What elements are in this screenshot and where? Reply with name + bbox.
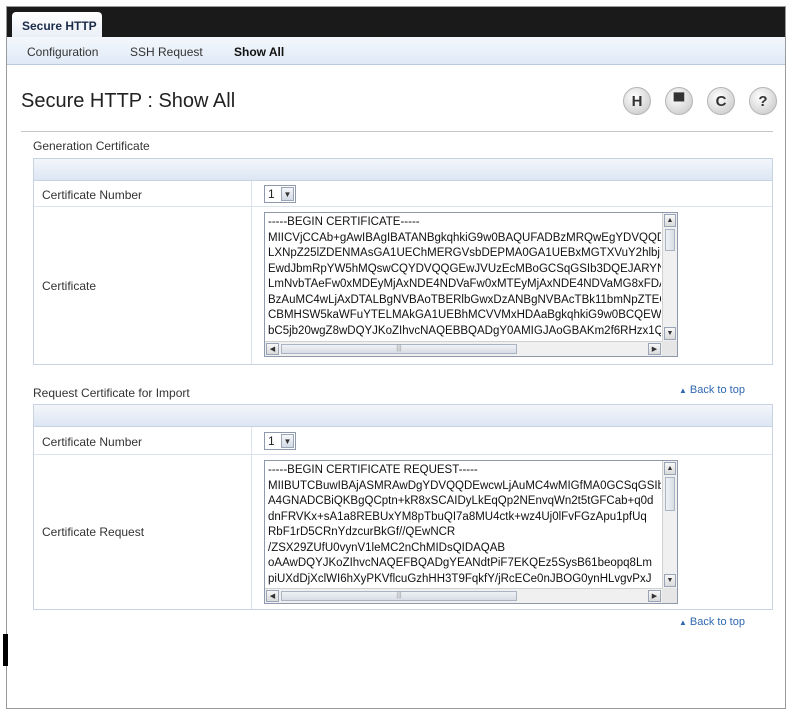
- subnav-configuration[interactable]: Configuration: [27, 45, 98, 59]
- top-bar: Secure HTTP: [7, 7, 785, 38]
- chevron-down-icon[interactable]: ▼: [281, 434, 294, 448]
- subnav-show-all[interactable]: Show All: [234, 45, 284, 59]
- help-icon[interactable]: ?: [749, 87, 777, 115]
- scroll-left-icon[interactable]: ◀: [266, 343, 279, 355]
- tab-secure-http[interactable]: Secure HTTP: [12, 12, 102, 38]
- row-certificate-request: Certificate Request -----BEGIN CERTIFICA…: [34, 455, 772, 609]
- app-window: Secure HTTP Configuration SSH Request Sh…: [6, 6, 786, 709]
- panel-header: [34, 405, 772, 427]
- page-title: Secure HTTP : Show All: [21, 90, 236, 112]
- back-to-top-link[interactable]: ▲ Back to top: [679, 384, 745, 396]
- scroll-down-icon[interactable]: ▼: [664, 327, 676, 340]
- scroll-thumb[interactable]: [665, 477, 675, 511]
- certificate-request-label: Certificate Request: [42, 525, 145, 539]
- window-edge-marker: [3, 634, 8, 666]
- subnav-ssh-request[interactable]: SSH Request: [130, 45, 203, 59]
- certificate-request-text: -----BEGIN CERTIFICATE REQUEST----- MIIB…: [268, 464, 661, 585]
- sub-navigation: Configuration SSH Request Show All: [7, 37, 785, 65]
- row-certificate: Certificate -----BEGIN CERTIFICATE----- …: [34, 207, 772, 364]
- refresh-icon[interactable]: C: [707, 87, 735, 115]
- horizontal-scrollbar[interactable]: ◀ ||| ▶: [265, 588, 662, 603]
- save-icon[interactable]: H: [623, 87, 651, 115]
- scroll-up-icon[interactable]: ▲: [664, 462, 676, 475]
- row-certificate-number: Certificate Number 1 ▼: [34, 181, 772, 207]
- certificate-number-select[interactable]: 1 ▼: [264, 185, 296, 203]
- print-icon[interactable]: ▀: [665, 87, 693, 115]
- vertical-scrollbar[interactable]: ▲ ▼: [662, 461, 677, 588]
- certificate-number-value: 1: [268, 187, 275, 201]
- up-arrow-icon: ▲: [679, 386, 687, 395]
- scroll-left-icon[interactable]: ◀: [266, 590, 279, 602]
- request-panel: Certificate Number 1 ▼ Certificate Reque…: [33, 404, 773, 610]
- horizontal-scrollbar[interactable]: ◀ ||| ▶: [265, 341, 662, 356]
- certificate-label: Certificate: [42, 279, 97, 293]
- certificate-text: -----BEGIN CERTIFICATE----- MIICVjCCAb+g…: [268, 216, 661, 337]
- section-title-generation: Generation Certificate: [33, 139, 150, 153]
- generation-panel: Certificate Number 1 ▼ Certificate -----…: [33, 158, 773, 365]
- scroll-right-icon[interactable]: ▶: [648, 590, 661, 602]
- title-divider: [21, 131, 773, 132]
- certificate-number-select[interactable]: 1 ▼: [264, 432, 296, 450]
- certificate-request-textarea[interactable]: -----BEGIN CERTIFICATE REQUEST----- MIIB…: [264, 460, 678, 604]
- vertical-scrollbar[interactable]: ▲ ▼: [662, 213, 677, 341]
- scroll-thumb[interactable]: |||: [281, 591, 517, 601]
- scroll-right-icon[interactable]: ▶: [648, 343, 661, 355]
- chevron-down-icon[interactable]: ▼: [281, 187, 294, 201]
- scroll-down-icon[interactable]: ▼: [664, 574, 676, 587]
- back-to-top-link[interactable]: ▲ Back to top: [679, 616, 745, 628]
- certificate-number-label: Certificate Number: [42, 188, 143, 202]
- toolbar: H ▀ C ?: [623, 87, 777, 115]
- section-title-request: Request Certificate for Import: [33, 386, 190, 400]
- certificate-number-value: 1: [268, 434, 275, 448]
- scroll-thumb[interactable]: [665, 229, 675, 251]
- certificate-textarea[interactable]: -----BEGIN CERTIFICATE----- MIICVjCCAb+g…: [264, 212, 678, 357]
- scroll-thumb[interactable]: |||: [281, 344, 517, 354]
- certificate-number-label: Certificate Number: [42, 435, 143, 449]
- panel-header: [34, 159, 772, 181]
- scroll-up-icon[interactable]: ▲: [664, 214, 676, 227]
- row-certificate-number: Certificate Number 1 ▼: [34, 427, 772, 455]
- up-arrow-icon: ▲: [679, 618, 687, 627]
